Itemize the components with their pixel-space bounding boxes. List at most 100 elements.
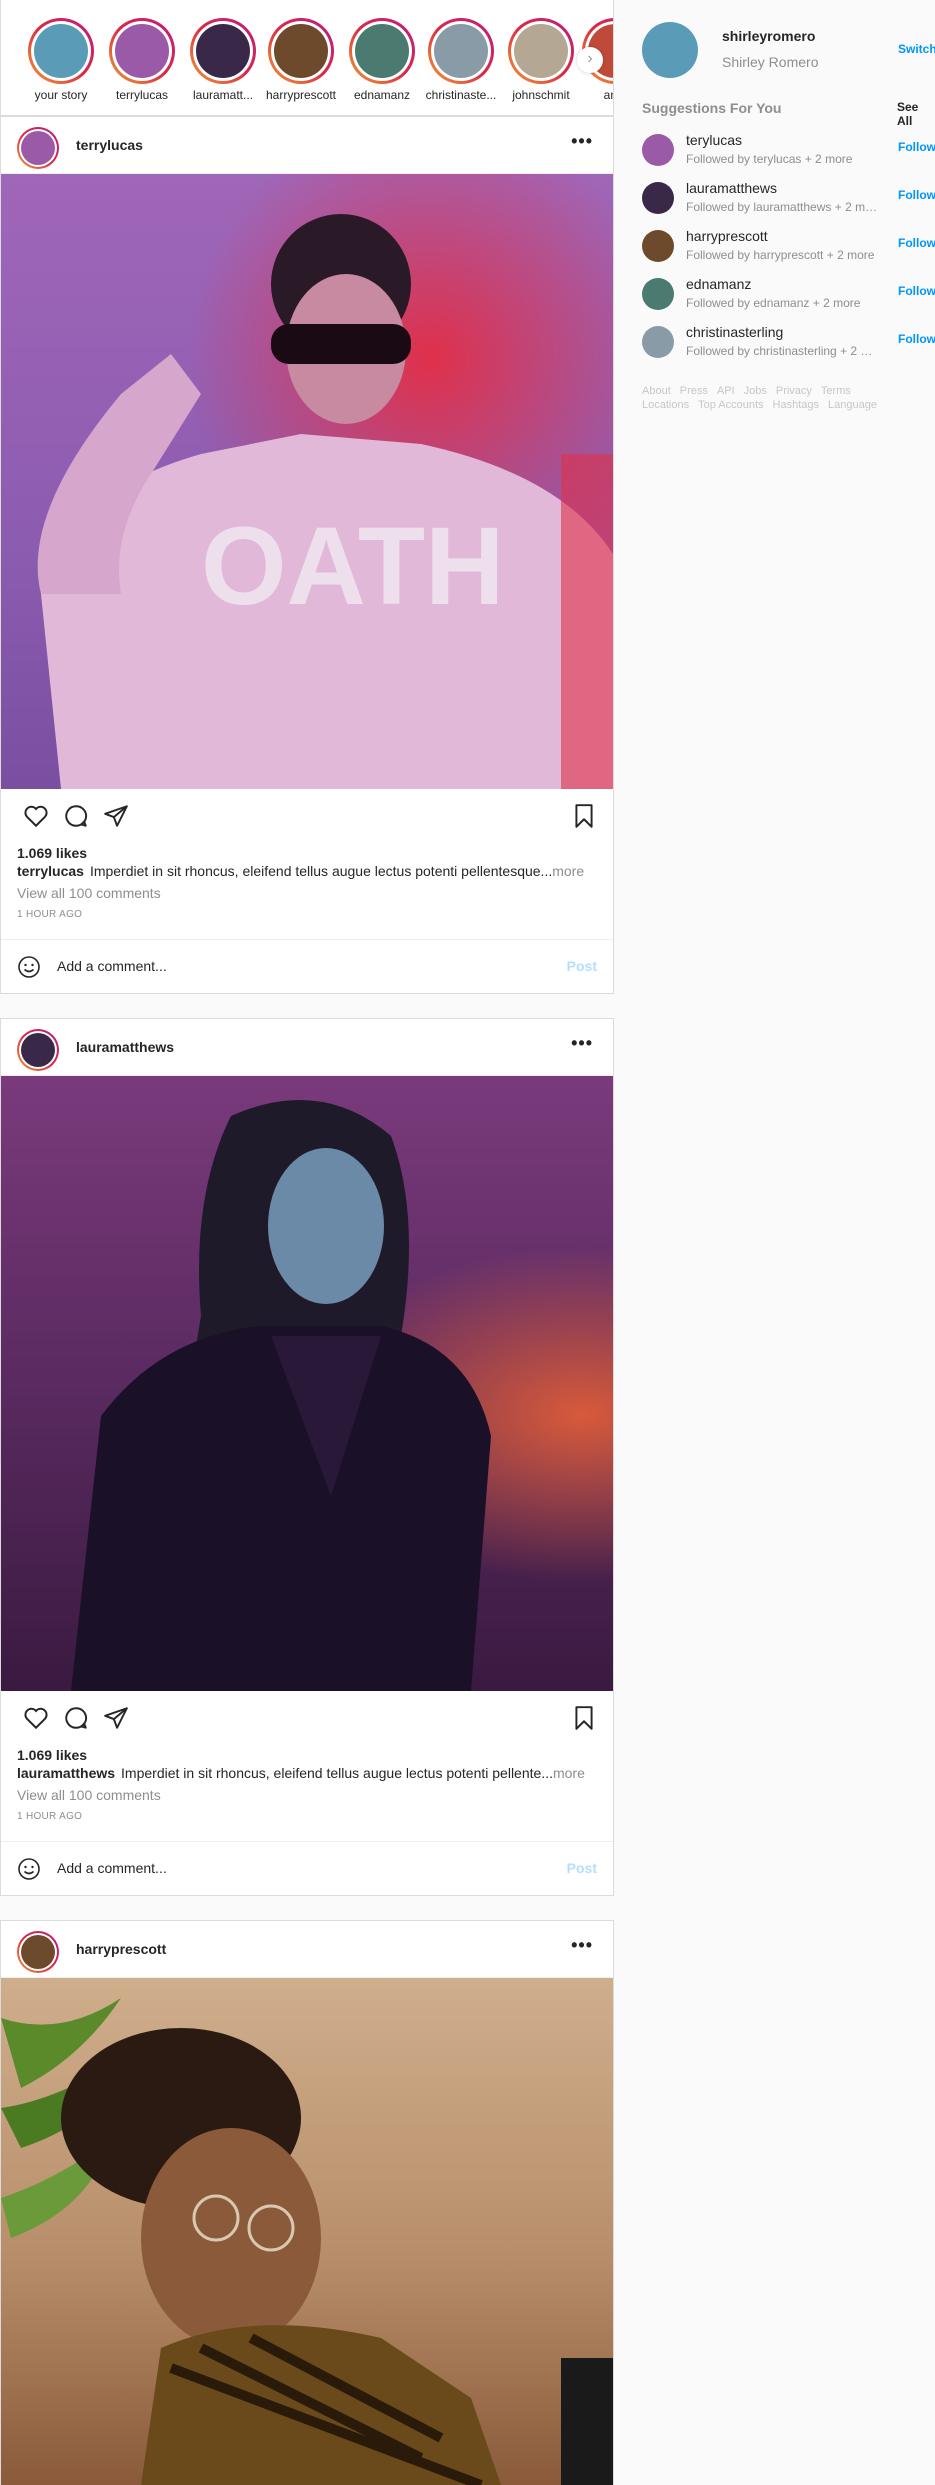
suggestion-username[interactable]: lauramatthews xyxy=(686,180,777,196)
see-all-link[interactable]: See All xyxy=(897,100,935,128)
more-options-icon[interactable]: ••• xyxy=(571,1935,593,1956)
post-comment-button[interactable]: Post xyxy=(567,1860,597,1876)
follow-button[interactable]: Follow xyxy=(898,284,935,298)
caption-text: Imperdiet in sit rhoncus, eleifend tellu… xyxy=(89,863,553,879)
suggestion-username[interactable]: harryprescott xyxy=(686,228,768,244)
likes-count[interactable]: 1.069 likes xyxy=(17,1747,87,1763)
post-image[interactable] xyxy=(1,1076,613,1691)
comment-input[interactable]: Add a comment... xyxy=(57,1860,167,1876)
profile-username[interactable]: shirleyromero xyxy=(722,28,815,44)
caption-more-link[interactable]: more xyxy=(552,863,584,879)
suggestion-item: harryprescott Followed by harryprescott … xyxy=(642,226,935,266)
footer-link[interactable]: Terms xyxy=(821,384,851,398)
post-timestamp: 1 HOUR AGO xyxy=(17,909,83,920)
svg-text:OATH: OATH xyxy=(201,505,504,628)
bookmark-icon[interactable] xyxy=(571,803,597,829)
suggestion-username[interactable]: terylucas xyxy=(686,132,742,148)
post-card: lauramatthews ••• 1.069 likes lauramatth… xyxy=(0,1018,614,1896)
post-avatar[interactable] xyxy=(17,127,59,169)
footer-link[interactable]: Language xyxy=(828,398,877,412)
story-avatar xyxy=(355,24,409,78)
share-icon[interactable] xyxy=(103,803,129,829)
post-image[interactable]: OATH xyxy=(1,174,613,789)
more-options-icon[interactable]: ••• xyxy=(571,1033,593,1054)
story-item-5[interactable]: christinaste... xyxy=(425,18,497,102)
story-avatar xyxy=(274,24,328,78)
footer-link[interactable]: Hashtags xyxy=(773,398,819,412)
story-item-3[interactable]: harryprescott xyxy=(265,18,337,102)
footer-link[interactable]: API xyxy=(717,384,735,398)
comment-input[interactable]: Add a comment... xyxy=(57,958,167,974)
follow-button[interactable]: Follow xyxy=(898,236,935,250)
suggestion-username[interactable]: ednamanz xyxy=(686,276,751,292)
story-item-1[interactable]: terrylucas xyxy=(106,18,178,102)
story-label: johnschmit xyxy=(512,88,570,102)
post-username[interactable]: lauramatthews xyxy=(76,1039,174,1055)
suggestion-subtitle: Followed by christinasterling + 2 more xyxy=(686,344,882,358)
emoji-icon[interactable] xyxy=(17,955,41,979)
bookmark-icon[interactable] xyxy=(571,1705,597,1731)
suggestion-avatar[interactable] xyxy=(642,278,674,310)
story-avatar xyxy=(196,24,250,78)
emoji-icon[interactable] xyxy=(17,1857,41,1881)
footer-links: About Press API Jobs Privacy Terms Locations To… xyxy=(642,384,912,412)
post-username[interactable]: terrylucas xyxy=(76,137,143,153)
suggestion-subtitle: Followed by terylucas + 2 more xyxy=(686,152,853,166)
likes-count[interactable]: 1.069 likes xyxy=(17,845,87,861)
footer-link[interactable]: Jobs xyxy=(744,384,767,398)
post-avatar[interactable] xyxy=(17,1931,59,1973)
story-avatar xyxy=(34,24,88,78)
post-header: lauramatthews ••• xyxy=(1,1019,613,1076)
follow-button[interactable]: Follow xyxy=(898,140,935,154)
story-item-0[interactable]: your story xyxy=(25,18,97,102)
post-card: terrylucas ••• OATH 1.069 likes terryluc… xyxy=(0,116,614,994)
view-comments-link[interactable]: View all 100 comments xyxy=(17,885,161,901)
view-comments-link[interactable]: View all 100 comments xyxy=(17,1787,161,1803)
story-item-4[interactable]: ednamanz xyxy=(346,18,418,102)
suggestion-subtitle: Followed by ednamanz + 2 more xyxy=(686,296,861,310)
story-label: lauramatt... xyxy=(192,88,254,102)
story-item-6[interactable]: johnschmit xyxy=(505,18,577,102)
footer-link[interactable]: Press xyxy=(680,384,708,398)
post-username[interactable]: harryprescott xyxy=(76,1941,166,1957)
heart-icon[interactable] xyxy=(23,803,49,829)
story-avatar xyxy=(115,24,169,78)
footer-link[interactable]: Locations xyxy=(642,398,689,412)
more-options-icon[interactable]: ••• xyxy=(571,131,593,152)
story-avatar xyxy=(514,24,568,78)
footer-link[interactable]: Top Accounts xyxy=(698,398,763,412)
switch-account-button[interactable]: Switch xyxy=(898,42,935,56)
story-avatar xyxy=(434,24,488,78)
profile-fullname: Shirley Romero xyxy=(722,54,819,70)
heart-icon[interactable] xyxy=(23,1705,49,1731)
post-avatar[interactable] xyxy=(17,1029,59,1071)
story-label: ednamanz xyxy=(353,88,411,102)
follow-button[interactable]: Follow xyxy=(898,332,935,346)
comment-icon[interactable] xyxy=(63,1705,89,1731)
profile-avatar[interactable] xyxy=(642,22,698,78)
post-image[interactable] xyxy=(1,1978,613,2485)
caption-more-link[interactable]: more xyxy=(553,1765,585,1781)
caption-username[interactable]: lauramatthews xyxy=(17,1765,115,1781)
footer-link[interactable]: About xyxy=(642,384,671,398)
suggestion-item: ednamanz Followed by ednamanz + 2 more F… xyxy=(642,274,935,314)
suggestion-avatar[interactable] xyxy=(642,182,674,214)
share-icon[interactable] xyxy=(103,1705,129,1731)
post-timestamp: 1 HOUR AGO xyxy=(17,1811,83,1822)
follow-button[interactable]: Follow xyxy=(898,188,935,202)
story-item-2[interactable]: lauramatt... xyxy=(187,18,259,102)
comment-icon[interactable] xyxy=(63,803,89,829)
suggestion-avatar[interactable] xyxy=(642,326,674,358)
post-comment-button[interactable]: Post xyxy=(567,958,597,974)
post-actions xyxy=(1,789,613,841)
story-label: terrylucas xyxy=(115,88,168,102)
suggestion-avatar[interactable] xyxy=(642,134,674,166)
caption-username[interactable]: terrylucas xyxy=(17,863,84,879)
suggestions-title: Suggestions For You xyxy=(642,100,782,116)
post-actions xyxy=(1,1691,613,1743)
caption: lauramatthews Imperdiet in sit rhoncus, e… xyxy=(17,1765,597,1781)
suggestion-avatar[interactable] xyxy=(642,230,674,262)
suggestion-username[interactable]: christinasterling xyxy=(686,324,783,340)
footer-link[interactable]: Privacy xyxy=(776,384,812,398)
chevron-right-icon[interactable]: › xyxy=(577,47,603,73)
